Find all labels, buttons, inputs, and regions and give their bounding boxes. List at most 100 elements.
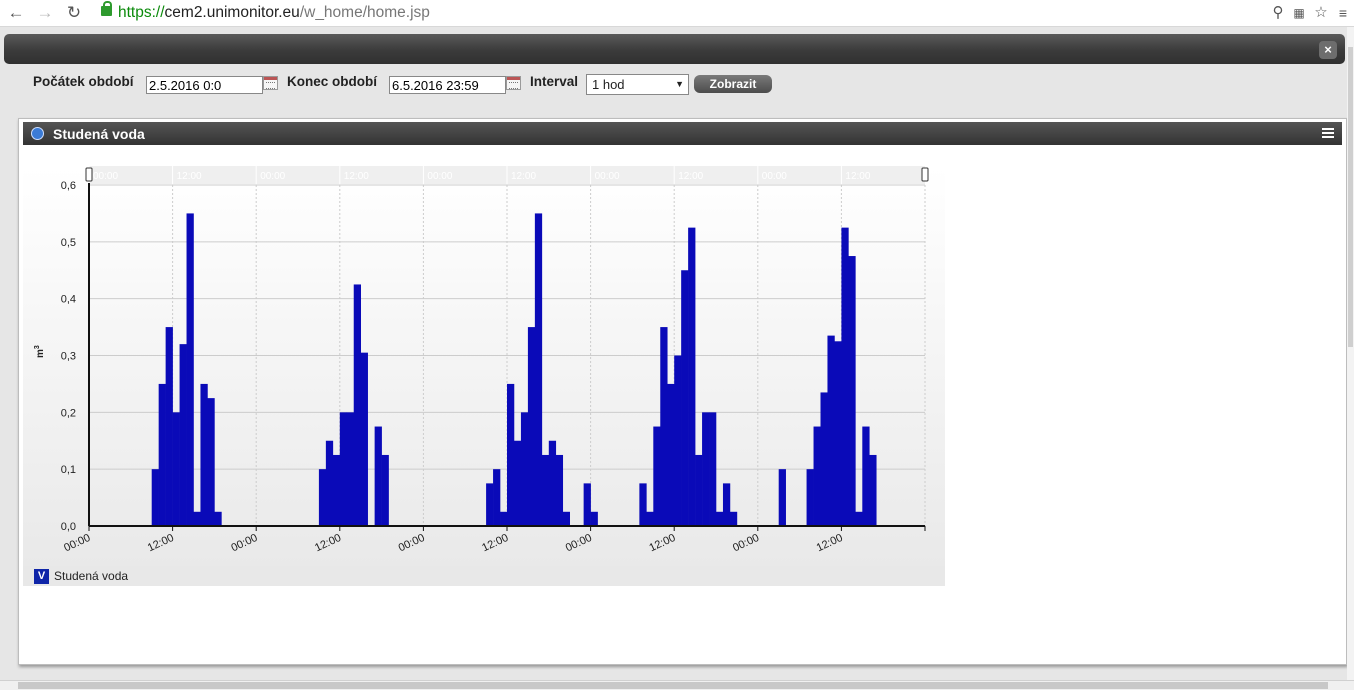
navigator-label: 12:00: [511, 171, 536, 182]
forward-icon[interactable]: →: [35, 3, 55, 23]
interval-label: Interval: [530, 74, 579, 89]
bar: [869, 454, 877, 526]
chart-legend: V Studená voda: [23, 566, 945, 586]
bar: [590, 511, 598, 526]
chart-area: 00:00 12:00 00:00 12:00 00:00 12:00 00:00 12:00…: [23, 146, 945, 566]
navigator-label: 12:00: [344, 171, 369, 182]
meter-icon: [31, 127, 44, 140]
bar: [674, 355, 682, 526]
hamburger-menu-icon[interactable]: [1322, 128, 1334, 139]
bar: [806, 469, 814, 526]
interval-select-value: 1 hod: [592, 77, 625, 92]
navigator-label: 00:00: [427, 171, 452, 182]
end-label: Konec období: [287, 74, 377, 89]
bar: [716, 511, 724, 526]
bar: [172, 412, 180, 526]
reload-icon[interactable]: ↻: [64, 3, 84, 23]
chevron-down-icon: ▼: [675, 79, 684, 89]
url-host: cem2.unimonitor.eu: [164, 4, 300, 21]
bar: [534, 213, 543, 526]
calendar-icon[interactable]: [263, 76, 278, 90]
bar: [325, 440, 334, 526]
navigator-handle-left: [85, 167, 93, 182]
panel-header: Studená voda: [23, 122, 1342, 145]
start-date-input[interactable]: 2.5.2016 0:0: [146, 76, 263, 94]
bar: [527, 327, 536, 526]
start-label: Počátek období: [33, 74, 134, 89]
translate-icon[interactable]: ▦: [1290, 3, 1308, 23]
bar: [667, 383, 675, 526]
bar: [353, 284, 361, 526]
show-button[interactable]: Zobrazit: [694, 75, 772, 93]
bar: [339, 412, 348, 526]
bar: [848, 256, 856, 526]
bar: [214, 511, 222, 526]
vertical-scrollbar[interactable]: [1347, 27, 1354, 680]
close-icon[interactable]: ×: [1319, 41, 1337, 59]
end-date-input[interactable]: 6.5.2016 23:59: [389, 76, 506, 94]
bar: [778, 469, 786, 526]
back-icon[interactable]: ←: [6, 3, 26, 23]
calendar-icon[interactable]: [506, 76, 521, 90]
bar: [541, 454, 550, 526]
scroll-thumb[interactable]: [18, 682, 1328, 689]
x-tick-label: 00:00: [397, 532, 427, 555]
navigator-label: 00:00: [595, 171, 620, 182]
y-tick-label: 0,6: [61, 180, 76, 192]
address-bar[interactable]: https://cem2.unimonitor.eu/w_home/home.j…: [118, 2, 430, 24]
star-icon[interactable]: ☆: [1312, 3, 1330, 23]
bar: [583, 483, 591, 526]
bar: [165, 327, 173, 526]
menu-icon[interactable]: ≡: [1334, 3, 1352, 23]
legend-label: Studená voda: [54, 569, 129, 583]
x-tick-label: 12:00: [146, 532, 176, 555]
app-window: × Počátek období 2.5.2016 0:0 Konec obdo…: [0, 27, 1354, 689]
bar: [827, 335, 835, 526]
bar: [702, 412, 710, 526]
navigator-label: 12:00: [177, 171, 202, 182]
bar: [639, 483, 647, 526]
bar: [346, 412, 355, 526]
x-tick-label: 12:00: [647, 532, 677, 555]
key-icon[interactable]: ⚲: [1269, 3, 1287, 23]
bar: [729, 511, 738, 526]
bar: [374, 426, 382, 526]
bar: [500, 511, 508, 526]
navigator-label: 12:00: [845, 171, 870, 182]
x-tick-label: 12:00: [480, 532, 510, 555]
bar: [862, 426, 870, 526]
bar: [646, 511, 654, 526]
bar: [841, 227, 849, 526]
bar: [207, 398, 215, 526]
bar: [695, 454, 703, 526]
x-tick-label: 00:00: [229, 532, 259, 555]
bar: [681, 270, 689, 526]
bar: [186, 213, 194, 526]
y-tick-label: 0,4: [61, 294, 76, 306]
url-path: /w_home/home.jsp: [299, 4, 430, 21]
y-tick-label: 0,2: [61, 407, 76, 419]
navigator-label: 00:00: [762, 171, 787, 182]
legend-checkbox[interactable]: V: [34, 569, 49, 584]
url-scheme: https://: [118, 4, 165, 21]
bar: [179, 344, 187, 526]
bar: [520, 412, 529, 526]
bar: [200, 383, 208, 526]
x-tick-label: 00:00: [564, 532, 594, 555]
navigator-label: 12:00: [678, 171, 703, 182]
interval-select[interactable]: 1 hod ▼: [586, 74, 689, 95]
bar: [813, 426, 821, 526]
bar: [493, 469, 501, 526]
bar: [193, 511, 201, 526]
x-tick-label: 12:00: [313, 532, 343, 555]
bar: [562, 511, 570, 526]
bar: [660, 327, 668, 526]
bar: [513, 440, 522, 526]
bar-chart: 00:00 12:00 00:00 12:00 00:00 12:00 00:00 12:00…: [34, 166, 929, 555]
x-tick-label: 00:00: [62, 532, 92, 555]
navigator-handle-right: [921, 167, 929, 182]
y-axis-label: m3: [34, 345, 46, 358]
lock-icon: [101, 1, 112, 16]
scroll-thumb[interactable]: [1348, 47, 1353, 347]
bar: [507, 383, 515, 526]
